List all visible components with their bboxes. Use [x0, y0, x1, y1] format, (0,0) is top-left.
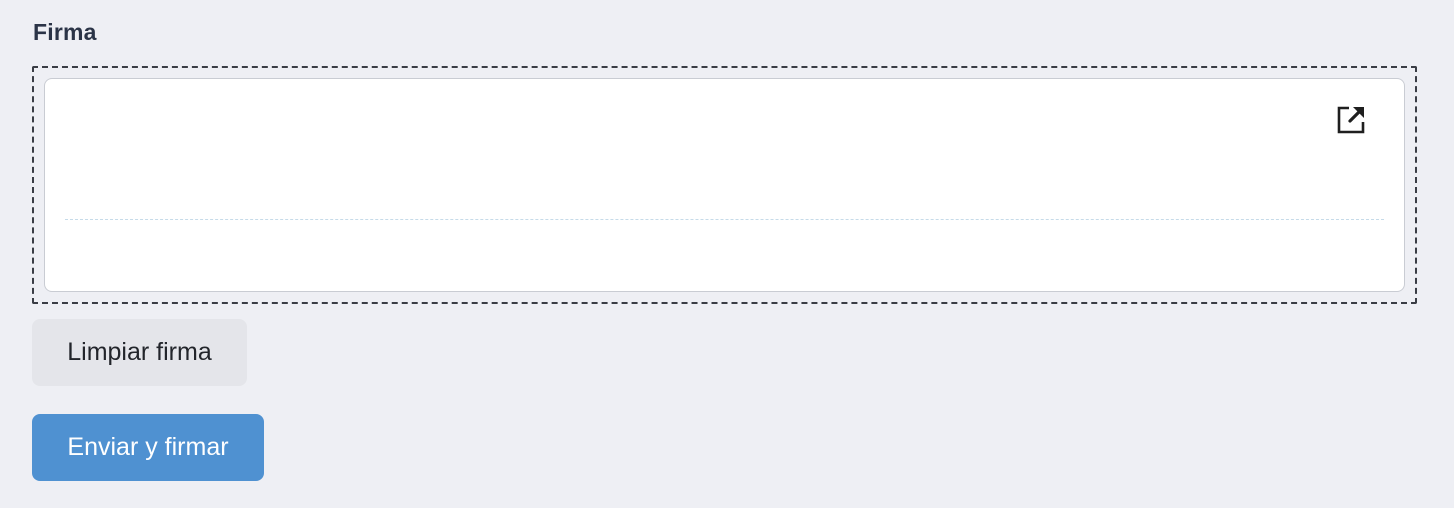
external-link-icon	[1337, 106, 1365, 134]
signature-form: Firma Limpiar firma Enviar y firmar	[0, 0, 1454, 508]
signature-focus-outline	[32, 66, 1417, 304]
signature-field-label: Firma	[33, 19, 97, 45]
signature-pad[interactable]	[44, 78, 1405, 292]
expand-signature-button[interactable]	[1334, 103, 1368, 137]
clear-signature-button[interactable]: Limpiar firma	[32, 319, 247, 386]
signature-baseline	[65, 219, 1384, 220]
submit-and-sign-button[interactable]: Enviar y firmar	[32, 414, 264, 481]
